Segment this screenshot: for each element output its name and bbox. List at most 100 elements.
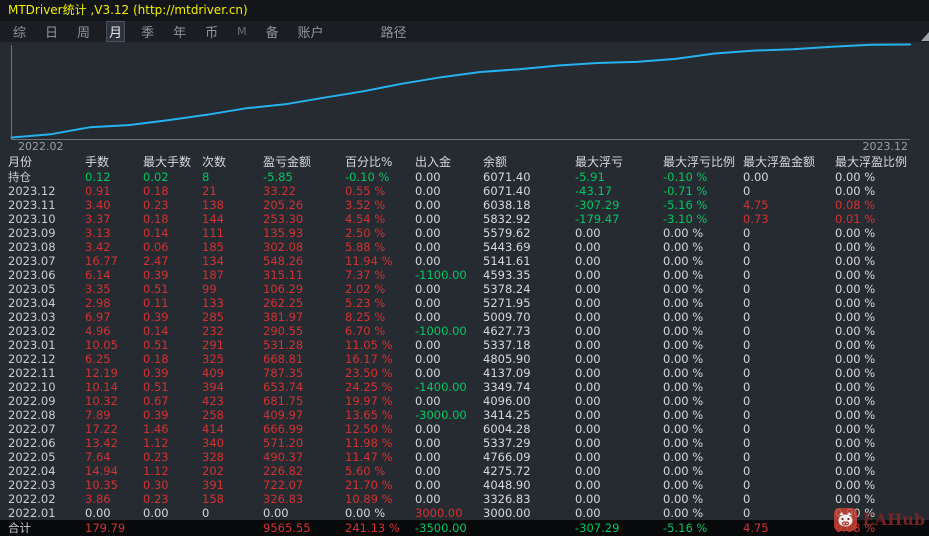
row-cell: 548.26 [263, 254, 304, 268]
row-cell: 2.02 % [345, 282, 386, 296]
row-cell: 0.00 [415, 478, 441, 492]
table-row[interactable]: 2023.01 10.05 0.51 291 531.28 11.05 % 0.00 5337… [8, 338, 929, 352]
row-month-label: 2023.04 [8, 296, 56, 310]
row-cell: 187 [202, 268, 224, 282]
table-row[interactable]: 2022.10 10.14 0.51 394 653.74 24.25 % -1400.00… [8, 380, 929, 394]
column-header[interactable]: 最大手数 [143, 155, 202, 170]
row-cell: 0.23 [143, 198, 169, 212]
table-row[interactable]: 2023.04 2.98 0.11 133 262.25 5.23 % 0.00 5271.9… [8, 296, 929, 310]
table-row[interactable]: 2023.09 3.13 0.14 111 135.93 2.50 % 0.00 5579.6… [8, 226, 929, 240]
column-header[interactable]: 最大浮盈比例 [835, 155, 921, 170]
row-cell: 0.00 [575, 464, 601, 478]
column-header[interactable]: 最大浮亏比例 [663, 155, 743, 170]
row-cell: 290.55 [263, 324, 304, 338]
row-cell: -3.10 % [663, 212, 708, 226]
row-cell: 144 [202, 212, 224, 226]
table-row[interactable]: 2023.12 0.91 0.18 21 33.22 0.55 % 0.00 6071.40 -… [8, 184, 929, 198]
row-cell: 0.00 % [835, 324, 876, 338]
menu-item-currency[interactable]: 币 [202, 21, 221, 42]
table-row[interactable]: 2023.07 16.77 2.47 134 548.26 11.94 % 0.00 5141… [8, 254, 929, 268]
table-row[interactable]: 2022.04 14.94 1.12 202 226.82 5.60 % 0.00 4275.… [8, 464, 929, 478]
row-cell: 0.39 [143, 408, 169, 422]
row-cell: 0.00 [415, 226, 441, 240]
menu-item-year[interactable]: 年 [170, 21, 189, 42]
table-row[interactable]: 2022.07 17.22 1.46 414 666.99 12.50 % 0.00 6004… [8, 422, 929, 436]
row-cell: -43.17 [575, 184, 613, 198]
row-cell: 11.47 % [345, 450, 393, 464]
table-row[interactable]: 2022.02 3.86 0.23 158 326.83 10.89 % 0.00 3326.… [8, 492, 929, 506]
table-row[interactable]: 持仓 0.12 0.02 8 -5.85 -0.10 % 0.00 6071.40 -5.91 -… [8, 170, 929, 184]
column-header[interactable]: 盈亏金额 [263, 155, 345, 170]
row-cell: 0.00 % [345, 506, 386, 520]
menu-item-backup[interactable]: 备 [263, 21, 282, 42]
title-bar: MTDriver统计 ,V3.12 (http://mtdriver.cn) [0, 0, 929, 21]
table-row[interactable]: 2022.09 10.32 0.67 423 681.75 19.97 % 0.00 4096… [8, 394, 929, 408]
row-cell: 0.00 % [663, 310, 704, 324]
table-row[interactable]: 2022.03 10.35 0.30 391 722.07 21.70 % 0.00 4048… [8, 478, 929, 492]
table-row[interactable]: 2023.06 6.14 0.39 187 315.11 7.37 % -1100.00 45… [8, 268, 929, 282]
column-header[interactable]: 手数 [85, 155, 143, 170]
row-cell: 4627.73 [483, 324, 531, 338]
menu-item-week[interactable]: 周 [74, 21, 93, 42]
row-cell: 0.00 % [835, 240, 876, 254]
row-cell: 135.93 [263, 226, 304, 240]
row-cell: 5.23 % [345, 296, 386, 310]
row-cell: 0 [743, 408, 751, 422]
row-cell: 12.19 [85, 366, 118, 380]
row-cell: 0.14 [143, 226, 169, 240]
row-cell: 4.75 [743, 198, 769, 212]
menu-item-quarter[interactable]: 季 [138, 21, 157, 42]
row-cell: 0.00 [415, 436, 441, 450]
row-cell: 0.00 [575, 324, 601, 338]
row-cell: 5443.69 [483, 240, 531, 254]
column-header[interactable]: 次数 [202, 155, 263, 170]
row-cell: 0.18 [143, 352, 169, 366]
eahub-logo-text: EAHub [862, 510, 925, 529]
menu-item-zong[interactable]: 综 [10, 21, 29, 42]
table-row[interactable]: 2022.08 7.89 0.39 258 409.97 13.65 % -3000.00 3… [8, 408, 929, 422]
row-cell: 0.00 % [835, 478, 876, 492]
menu-item-account[interactable]: 账户 [295, 21, 327, 42]
row-cell: -5.91 [575, 170, 605, 184]
column-header[interactable]: 余额 [483, 155, 575, 170]
table-row[interactable]: 2023.11 3.40 0.23 138 205.26 3.52 % 0.00 6038.1… [8, 198, 929, 212]
row-cell: 3326.83 [483, 492, 531, 506]
table-row[interactable]: 2022.01 0.00 0.00 0 0.00 0.00 % 3000.00 3000.00… [8, 506, 929, 520]
row-cell: 0.00 % [663, 422, 704, 436]
table-row[interactable]: 2023.05 3.35 0.51 99 106.29 2.02 % 0.00 5378.24… [8, 282, 929, 296]
column-header[interactable]: 出入金 [415, 155, 483, 170]
row-cell: 0.51 [143, 380, 169, 394]
row-cell: 1.12 [143, 436, 169, 450]
table-row[interactable]: 2022.12 6.25 0.18 325 668.81 16.17 % 0.00 4805.… [8, 352, 929, 366]
table-row[interactable]: 2022.05 7.64 0.23 328 490.37 11.47 % 0.00 4766.… [8, 450, 929, 464]
row-cell: 0 [743, 282, 751, 296]
table-row[interactable]: 2023.02 4.96 0.14 232 290.55 6.70 % -1000.00 46… [8, 324, 929, 338]
row-cell: 0 [743, 422, 751, 436]
menu-item-path[interactable]: 路径 [378, 21, 410, 42]
row-cell: 787.35 [263, 366, 304, 380]
row-cell: 0.00 [575, 506, 601, 520]
row-cell: -5.85 [263, 170, 293, 184]
row-cell: 0 [743, 492, 751, 506]
row-cell: 5.88 % [345, 240, 386, 254]
table-row[interactable]: 2023.10 3.37 0.18 144 253.30 4.54 % 0.00 5832.9… [8, 212, 929, 226]
row-month-label: 2022.03 [8, 478, 56, 492]
table-row[interactable]: 2022.11 12.19 0.39 409 787.35 23.50 % 0.00 4137… [8, 366, 929, 380]
row-cell: 5337.18 [483, 338, 531, 352]
row-cell: 0.30 [143, 478, 169, 492]
column-header[interactable]: 最大浮盈金额 [743, 155, 835, 170]
menu-item-month[interactable]: 月 [106, 21, 126, 42]
menu-item-m[interactable]: M [234, 24, 250, 39]
column-header[interactable]: 月份 [8, 155, 85, 170]
column-header[interactable]: 最大浮亏 [575, 155, 663, 170]
table-row[interactable]: 2023.03 6.97 0.39 285 381.97 8.25 % 0.00 5009.7… [8, 310, 929, 324]
column-header[interactable]: 百分比% [345, 155, 415, 170]
table-row[interactable]: 2022.06 13.42 1.12 340 571.20 11.98 % 0.00 5337… [8, 436, 929, 450]
table-row[interactable]: 2023.08 3.42 0.06 185 302.08 5.88 % 0.00 5443.6… [8, 240, 929, 254]
row-cell: 0 [743, 324, 751, 338]
menu-item-day[interactable]: 日 [42, 21, 61, 42]
row-cell: 138 [202, 198, 224, 212]
row-cell: 409 [202, 366, 224, 380]
row-month-label: 2023.01 [8, 338, 56, 352]
row-cell: 3.52 % [345, 198, 386, 212]
